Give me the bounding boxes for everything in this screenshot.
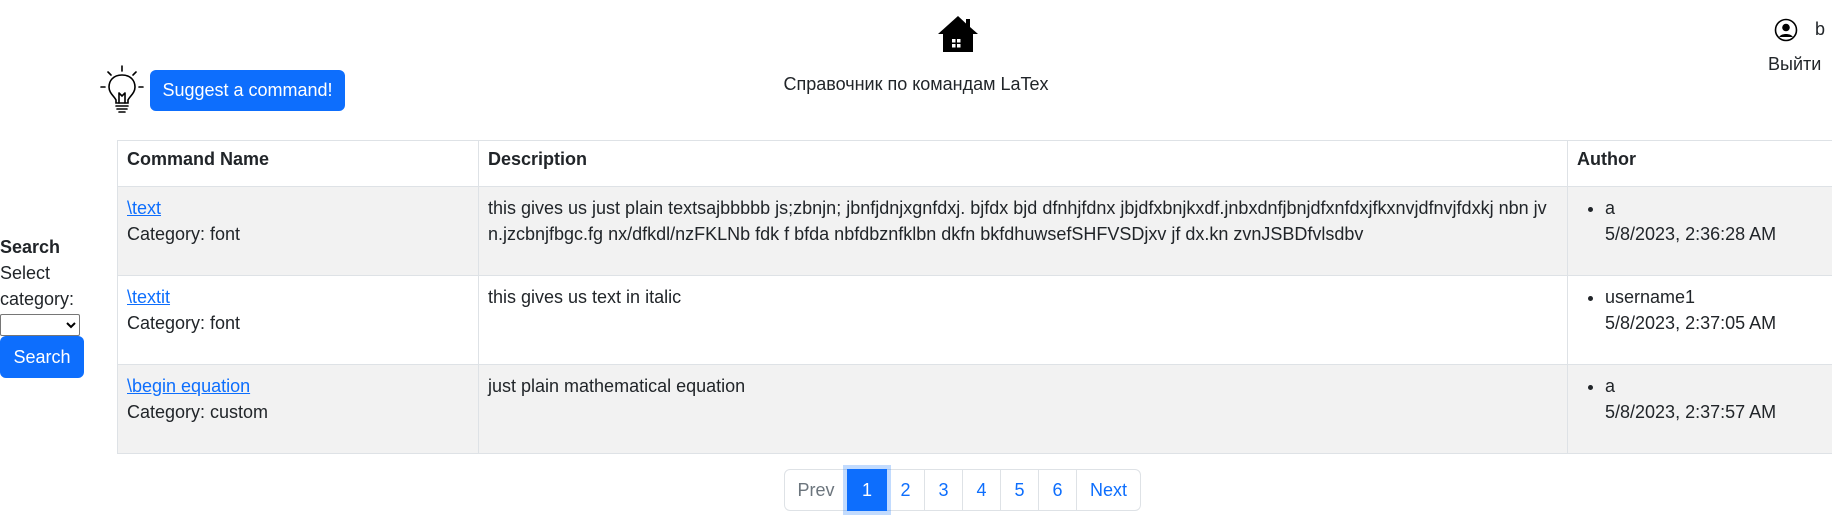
author-item: username1 5/8/2023, 2:37:05 AM [1605,284,1832,336]
command-link[interactable]: \textit [127,287,170,307]
author-cell: a 5/8/2023, 2:37:57 AM [1567,364,1832,454]
search-button[interactable]: Search [0,336,84,378]
suggest-command-button[interactable]: Suggest a command! [150,70,345,111]
pagination-prev[interactable]: Prev [784,469,848,511]
command-cell: \text Category: font [117,186,479,276]
pagination-page-5[interactable]: 5 [1000,469,1039,511]
commands-table: Command Name Description Author \text Ca… [117,140,1832,454]
column-header-command-name: Command Name [117,140,479,187]
pagination-page-4[interactable]: 4 [962,469,1001,511]
pagination-page-2[interactable]: 2 [886,469,925,511]
description-cell: this gives us text in italic [478,275,1568,365]
command-cell: \begin equation Category: custom [117,364,479,454]
pagination-page-1[interactable]: 1 [847,469,887,511]
author-name: a [1605,198,1616,218]
command-link[interactable]: \begin equation [127,376,250,396]
command-category: Category: custom [127,402,269,422]
table-row: \text Category: font this gives us just … [117,186,1832,276]
lightbulb-icon [100,65,144,113]
author-list: a 5/8/2023, 2:36:28 AM [1577,195,1832,247]
column-header-author: Author [1567,140,1832,187]
column-header-description: Description [478,140,1568,187]
author-name: a [1605,376,1616,396]
author-item: a 5/8/2023, 2:37:57 AM [1605,373,1832,425]
category-select[interactable] [0,314,80,336]
command-link[interactable]: \text [127,198,161,218]
author-date: 5/8/2023, 2:37:57 AM [1605,402,1777,422]
category-select-label: Select category: [0,263,75,309]
author-date: 5/8/2023, 2:36:28 AM [1605,224,1777,244]
author-list: a 5/8/2023, 2:37:57 AM [1577,373,1832,425]
command-category: Category: font [127,313,241,333]
command-cell: \textit Category: font [117,275,479,365]
author-item: a 5/8/2023, 2:36:28 AM [1605,195,1832,247]
home-icon[interactable] [936,12,980,56]
description-cell: this gives us just plain textsajbbbbb js… [478,186,1568,276]
search-panel: Search Select category: [0,234,90,336]
author-name: username1 [1605,287,1696,307]
search-title: Search [0,237,61,257]
author-date: 5/8/2023, 2:37:05 AM [1605,313,1777,333]
pagination-next[interactable]: Next [1076,469,1141,511]
author-cell: a 5/8/2023, 2:36:28 AM [1567,186,1832,276]
logout-link[interactable]: Выйти [1768,54,1821,75]
author-list: username1 5/8/2023, 2:37:05 AM [1577,284,1832,336]
author-cell: username1 5/8/2023, 2:37:05 AM [1567,275,1832,365]
table-row: \textit Category: font this gives us tex… [117,275,1832,365]
user-circle-icon[interactable] [1774,18,1798,42]
table-row: \begin equation Category: custom just pl… [117,364,1832,454]
table-header-row: Command Name Description Author [117,140,1832,187]
pagination: Prev 1 2 3 4 5 6 Next [784,469,1141,511]
description-cell: just plain mathematical equation [478,364,1568,454]
pagination-page-6[interactable]: 6 [1038,469,1077,511]
pagination-page-3[interactable]: 3 [924,469,963,511]
username: b [1815,19,1826,39]
command-category: Category: font [127,224,241,244]
